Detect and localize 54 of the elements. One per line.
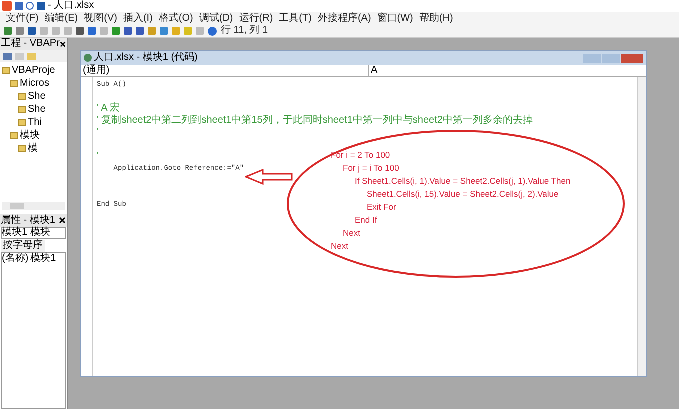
view-object-icon[interactable] xyxy=(15,52,24,60)
property-name: (名称) xyxy=(2,254,29,264)
object-dropdown[interactable]: (通用) xyxy=(81,65,369,76)
panel-title: 工程 - VBAPr xyxy=(1,39,60,49)
annotation-code-line: Next xyxy=(343,227,360,240)
comment-line: ' 复制sheet2中第二列到sheet1中第15列，于此同时sheet1中第一列中与sheet2中第一列多余的去掉 xyxy=(97,115,533,127)
properties-tab[interactable]: 按字母序 xyxy=(1,240,45,252)
menu-item[interactable]: 插入(I) xyxy=(123,14,153,24)
menu-item[interactable]: 视图(V) xyxy=(84,14,118,24)
annotation-code-line: End If xyxy=(355,214,378,227)
annotation-code-line: Exit For xyxy=(367,201,396,214)
left-arrow-drawing xyxy=(245,169,293,185)
annotation-code-line: Sheet1.Cells(i, 15).Value = Sheet2.Cells(j, 2).Value xyxy=(367,188,559,201)
close-button[interactable] xyxy=(621,54,643,62)
vertical-scrollbar[interactable] xyxy=(637,77,646,376)
tree-item[interactable]: VBAProje xyxy=(12,66,56,76)
window-title: - 人口.xlsx xyxy=(48,1,94,11)
annotation-code-line: For i = 2 To 100 xyxy=(331,149,390,162)
menu-item[interactable]: 格式(O) xyxy=(158,14,194,24)
tree-item[interactable]: Micros xyxy=(20,78,50,88)
help-icon[interactable] xyxy=(208,26,217,36)
app-logo-icon xyxy=(2,1,12,11)
tree-item[interactable]: 模块 xyxy=(20,130,40,140)
menu-item[interactable]: 工具(T) xyxy=(279,14,312,24)
menu-item[interactable]: 文件(F) xyxy=(6,14,39,24)
tree-item[interactable]: 模 xyxy=(28,144,38,154)
annotation-code-line: For j = i To 100 xyxy=(343,162,400,175)
panel-title: 属性 - 模块1 xyxy=(1,216,56,226)
tree-item[interactable]: She xyxy=(28,92,46,102)
tree-item[interactable]: She xyxy=(28,104,46,114)
menu-item[interactable]: 运行(R) xyxy=(239,14,274,24)
comment-line: ' xyxy=(97,127,99,139)
object-dropdown[interactable]: 模块1 模块 xyxy=(1,227,66,239)
property-value[interactable]: 模块1 xyxy=(30,254,56,264)
menu-item[interactable]: 外接程序(A) xyxy=(318,14,372,24)
procedure-dropdown[interactable]: A xyxy=(369,65,646,76)
comment-line: ' A 宏 xyxy=(97,103,120,114)
folder-icon[interactable] xyxy=(27,52,36,60)
view-code-icon[interactable] xyxy=(3,52,12,60)
annotation-code-line: If Sheet1.Cells(i, 1).Value = Sheet2.Cells(j, 1).Value Then xyxy=(355,175,571,188)
menu-item[interactable]: 帮助(H) xyxy=(419,14,454,24)
tree-item[interactable]: Thi xyxy=(28,118,42,128)
close-icon[interactable] xyxy=(59,217,66,224)
cursor-position: 行 11, 列 1 xyxy=(221,26,268,36)
menu-item[interactable]: 编辑(E) xyxy=(44,14,78,24)
horizontal-scrollbar[interactable] xyxy=(2,202,65,210)
menu-item[interactable]: 窗口(W) xyxy=(377,14,414,24)
comment-line: ' xyxy=(97,151,99,163)
code-window-title: 人口.xlsx - 模块1 (代码) xyxy=(94,53,198,63)
menu-item[interactable]: 调试(D) xyxy=(199,14,234,24)
annotation-code-line: Next xyxy=(331,240,348,253)
close-icon[interactable] xyxy=(60,40,66,48)
module-icon xyxy=(84,54,92,62)
minimize-button[interactable] xyxy=(583,54,601,62)
